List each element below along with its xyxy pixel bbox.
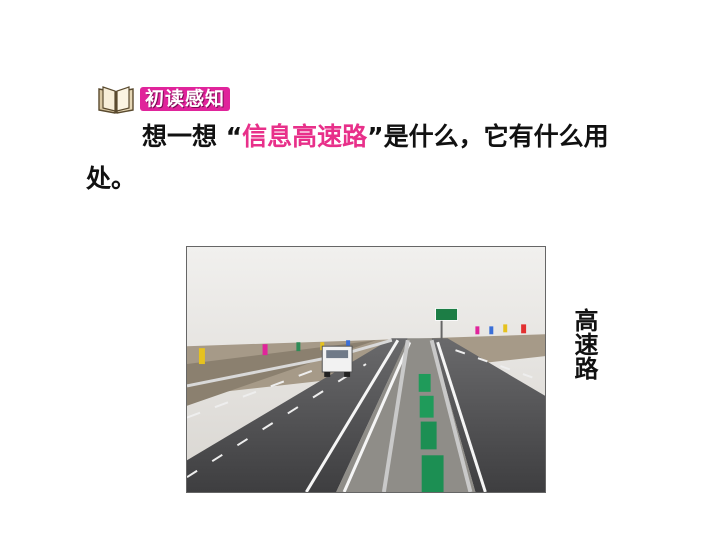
highway-illustration xyxy=(187,247,545,492)
question-text: 想一想 “信息高速路”是什么，它有什么用处。 xyxy=(86,116,646,200)
question-highlight: 信息高速路 xyxy=(242,122,368,151)
highway-photo xyxy=(186,246,546,493)
side-caption: 高速路 xyxy=(570,308,598,380)
open-book-icon xyxy=(98,86,134,114)
section-header: 初读感知 xyxy=(96,84,231,114)
slide: 初读感知 想一想 “信息高速路”是什么，它有什么用处。 高速路 xyxy=(0,0,720,540)
section-label: 初读感知 xyxy=(140,87,231,111)
question-before: 想一想 “ xyxy=(142,122,243,151)
